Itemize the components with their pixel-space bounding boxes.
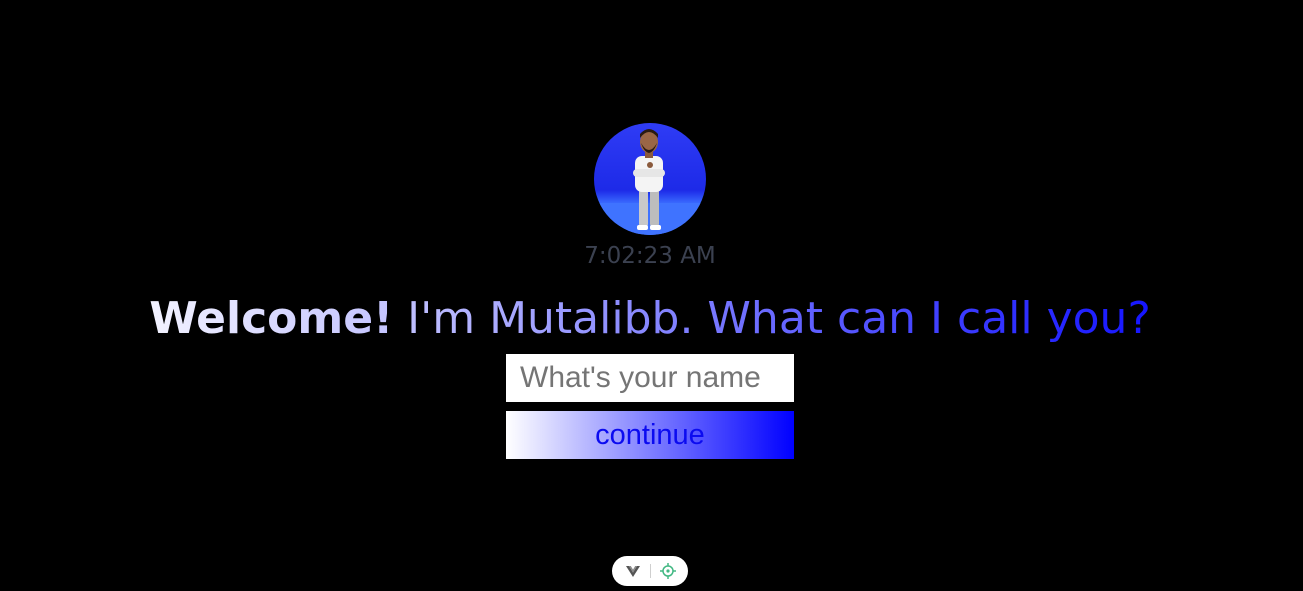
avatar — [594, 123, 706, 235]
greeting-rest: I'm Mutalibb. What can I call you? — [393, 293, 1151, 344]
continue-button[interactable]: continue — [506, 411, 794, 459]
timestamp: 7:02:23 AM — [584, 243, 716, 269]
greeting-text: Welcome! I'm Mutalibb. What can I call y… — [149, 291, 1151, 347]
devtools-toolbar — [612, 556, 688, 586]
crosshair-icon[interactable] — [658, 561, 678, 581]
name-input[interactable] — [506, 354, 794, 402]
vue-logo-icon[interactable] — [623, 561, 643, 581]
avatar-character-icon — [594, 129, 706, 235]
greeting-heading: Welcome! I'm Mutalibb. What can I call y… — [0, 291, 1300, 347]
greeting-bold: Welcome! — [149, 293, 394, 344]
toolbar-divider — [650, 564, 651, 578]
welcome-screen: 7:02:23 AM Welcome! I'm Mutalibb. What c… — [0, 0, 1303, 591]
